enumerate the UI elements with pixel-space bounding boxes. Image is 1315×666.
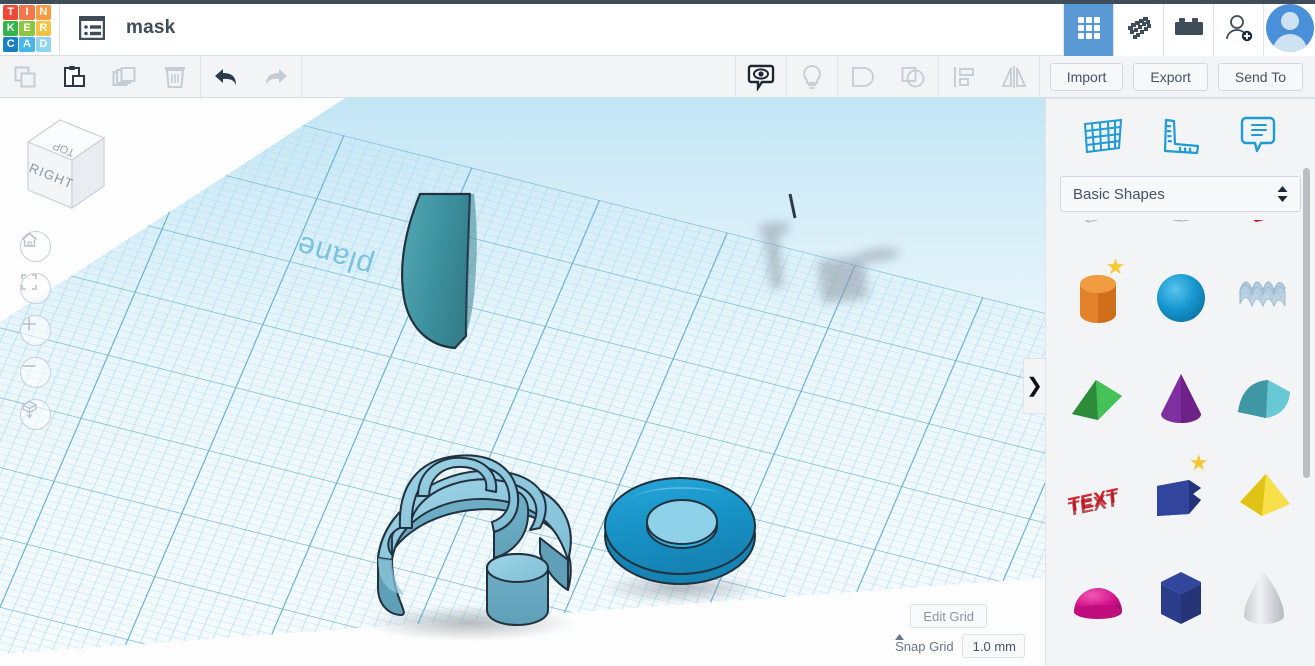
divider <box>301 55 302 98</box>
workplane-render: plane TOP RIGHT <box>0 98 1045 666</box>
snap-grid-control: Snap Grid 1.0 mm <box>895 634 1025 658</box>
collapse-panel-chevron-icon[interactable]: ❯ <box>1023 358 1045 414</box>
top-bar: T I N K E R C A D mask <box>0 0 1315 56</box>
chevron-up-icon <box>895 634 905 640</box>
logo-letter: E <box>19 20 35 37</box>
3d-canvas[interactable]: plane TOP RIGHT Edit Grid Snap Grid 1.0 … <box>0 98 1045 666</box>
copy-icon[interactable] <box>0 56 50 98</box>
zoom-out-icon[interactable] <box>20 357 51 388</box>
favorite-star-icon: ★ <box>1188 450 1209 475</box>
logo-letter: K <box>3 20 19 37</box>
logo-letter: I <box>19 4 35 20</box>
logo-letter: A <box>19 37 35 53</box>
shape-category-dropdown[interactable]: Basic Shapes <box>1060 176 1301 212</box>
top-bar-right-icons <box>1063 0 1315 56</box>
roof-shape[interactable] <box>1056 348 1139 448</box>
box-shape[interactable] <box>1223 220 1306 248</box>
snap-grid-dropdown[interactable]: 1.0 mm <box>895 634 1025 658</box>
clipboard-tools <box>0 56 200 98</box>
half-sphere-shape[interactable] <box>1056 548 1139 648</box>
logo-letter: C <box>3 37 19 53</box>
export-button[interactable]: Export <box>1133 62 1208 91</box>
snap-grid-value: 1.0 mm <box>972 638 1016 654</box>
view-tools <box>736 55 1039 98</box>
edit-grid-button[interactable]: Edit Grid <box>910 604 987 628</box>
scribble-shape[interactable] <box>1223 248 1306 348</box>
cylinder-hole-shape[interactable] <box>1139 220 1222 248</box>
pyramid-shape[interactable] <box>1223 448 1306 548</box>
sphere-shape[interactable] <box>1139 248 1222 348</box>
send-to-button[interactable]: Send To <box>1217 62 1303 91</box>
logo-letter: R <box>35 20 51 37</box>
shapes-scrollbar-track[interactable] <box>1303 128 1313 544</box>
tinkercad-logo[interactable]: T I N K E R C A D <box>3 4 51 53</box>
paraboloid-shape[interactable] <box>1223 548 1306 648</box>
tinkercad-app: T I N K E R C A D mask Import Export Sen… <box>0 0 1315 666</box>
gallery-grid-icon[interactable] <box>1063 0 1113 56</box>
ungroup-shapes-icon[interactable] <box>888 56 938 98</box>
show-hide-eye-icon[interactable] <box>736 56 786 98</box>
round-roof-shape[interactable] <box>1223 348 1306 448</box>
align-icon[interactable] <box>939 56 989 98</box>
ruler-icon[interactable] <box>1157 113 1203 159</box>
home-view-icon[interactable] <box>20 231 51 262</box>
workplane-icon[interactable] <box>1080 113 1126 159</box>
zoom-in-icon[interactable] <box>20 315 51 346</box>
shape-category-value: Basic Shapes <box>1073 185 1165 203</box>
favorite-star-icon: ★ <box>1105 254 1126 279</box>
user-avatar-image <box>1265 3 1314 52</box>
divider <box>1046 98 1315 99</box>
minecraft-pickaxe-icon[interactable] <box>1113 0 1163 56</box>
cone-shape[interactable] <box>1139 348 1222 448</box>
history-tools <box>201 56 301 98</box>
paste-icon[interactable] <box>50 56 100 98</box>
lego-brick-icon[interactable] <box>1163 0 1213 56</box>
divider <box>1038 55 1040 98</box>
logo-letter: T <box>3 4 19 20</box>
box-hole-shape[interactable] <box>1056 220 1139 248</box>
fit-to-view-icon[interactable] <box>20 273 51 304</box>
group-shapes-icon[interactable] <box>838 56 888 98</box>
duplicate-icon[interactable] <box>100 56 150 98</box>
notes-icon[interactable] <box>1235 113 1281 159</box>
add-user-icon[interactable] <box>1213 0 1263 56</box>
avatar[interactable] <box>1263 0 1315 56</box>
cylinder-shape[interactable]: ★ <box>1056 248 1139 348</box>
logo-letter: D <box>35 37 51 53</box>
wedge-shape[interactable]: ★ <box>1139 448 1222 548</box>
stepper-arrows-icon <box>1277 186 1288 202</box>
polygon-shape[interactable] <box>1139 548 1222 648</box>
shapes-panel: Basic Shapes ★ TEXT TEXT ★ <box>1045 98 1315 666</box>
undo-arrow-icon[interactable] <box>201 56 251 98</box>
perspective-toggle-icon[interactable] <box>20 399 51 430</box>
logo-letter: N <box>35 4 51 20</box>
torus-shape[interactable] <box>600 477 760 604</box>
shapes-grid: ★ TEXT TEXT ★ <box>1046 220 1315 648</box>
shapes-list[interactable]: ★ TEXT TEXT ★ <box>1046 220 1315 666</box>
delete-trash-icon[interactable] <box>150 56 200 98</box>
shapes-scrollbar-thumb[interactable] <box>1303 168 1310 478</box>
design-title[interactable]: mask <box>126 17 175 39</box>
panel-tool-icons <box>1046 98 1315 174</box>
text-shape[interactable]: TEXT TEXT <box>1056 448 1139 548</box>
redo-arrow-icon[interactable] <box>251 56 301 98</box>
list-panel-icon[interactable] <box>78 14 106 42</box>
mirror-flip-icon[interactable] <box>989 56 1039 98</box>
edit-toolbar: Import Export Send To <box>0 55 1315 98</box>
lightbulb-hint-icon[interactable] <box>787 56 837 98</box>
divider <box>59 0 60 56</box>
teal-curved-shape[interactable] <box>401 192 477 350</box>
import-button[interactable]: Import <box>1049 62 1124 91</box>
